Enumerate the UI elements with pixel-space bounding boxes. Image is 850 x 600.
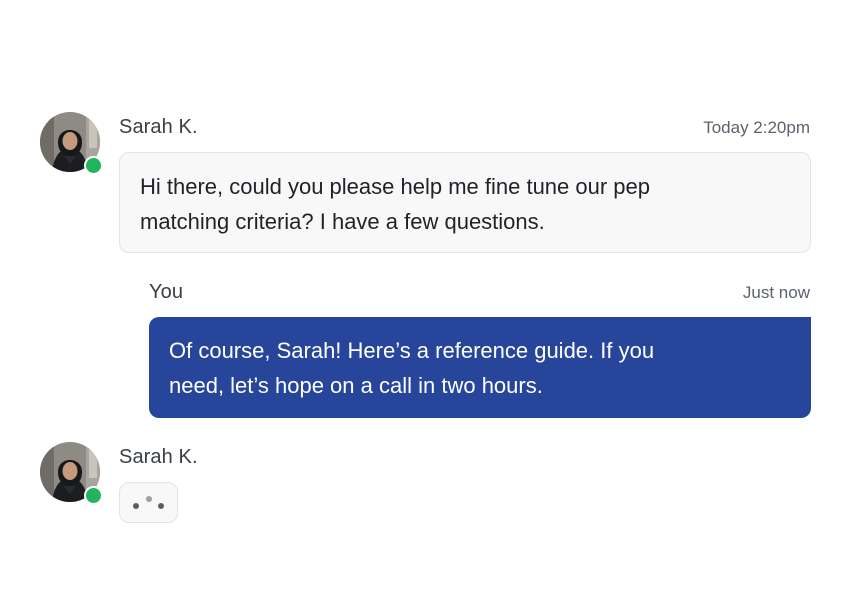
typing-dot-icon <box>158 503 164 509</box>
sender-name: You <box>149 281 184 303</box>
message-header: Sarah K. Today 2:20pm <box>119 116 810 139</box>
message-timestamp: Just now <box>742 283 810 302</box>
avatar-sarah[interactable] <box>40 442 103 505</box>
typing-dot-icon <box>133 503 139 509</box>
outgoing-message-bubble[interactable]: Of course, Sarah! Here’s a reference gui… <box>149 317 811 418</box>
typing-dot-icon <box>146 496 152 502</box>
sender-name[interactable]: Sarah K. <box>119 116 198 139</box>
avatar-sarah[interactable] <box>40 112 103 175</box>
online-status-icon <box>84 156 103 175</box>
message-header: Sarah K. <box>119 446 419 469</box>
message-text: Of course, Sarah! Here’s a reference gui… <box>169 338 655 398</box>
message-text: Hi there, could you please help me fine … <box>140 174 650 234</box>
message-header: You Just now <box>149 281 810 304</box>
online-status-icon <box>84 486 103 505</box>
chat-thread: Sarah K. Today 2:20pm Hi there, could yo… <box>0 0 850 600</box>
typing-indicator <box>119 482 178 523</box>
message-timestamp: Today 2:20pm <box>703 118 810 137</box>
incoming-message-bubble[interactable]: Hi there, could you please help me fine … <box>119 152 811 253</box>
sender-name[interactable]: Sarah K. <box>119 446 198 469</box>
